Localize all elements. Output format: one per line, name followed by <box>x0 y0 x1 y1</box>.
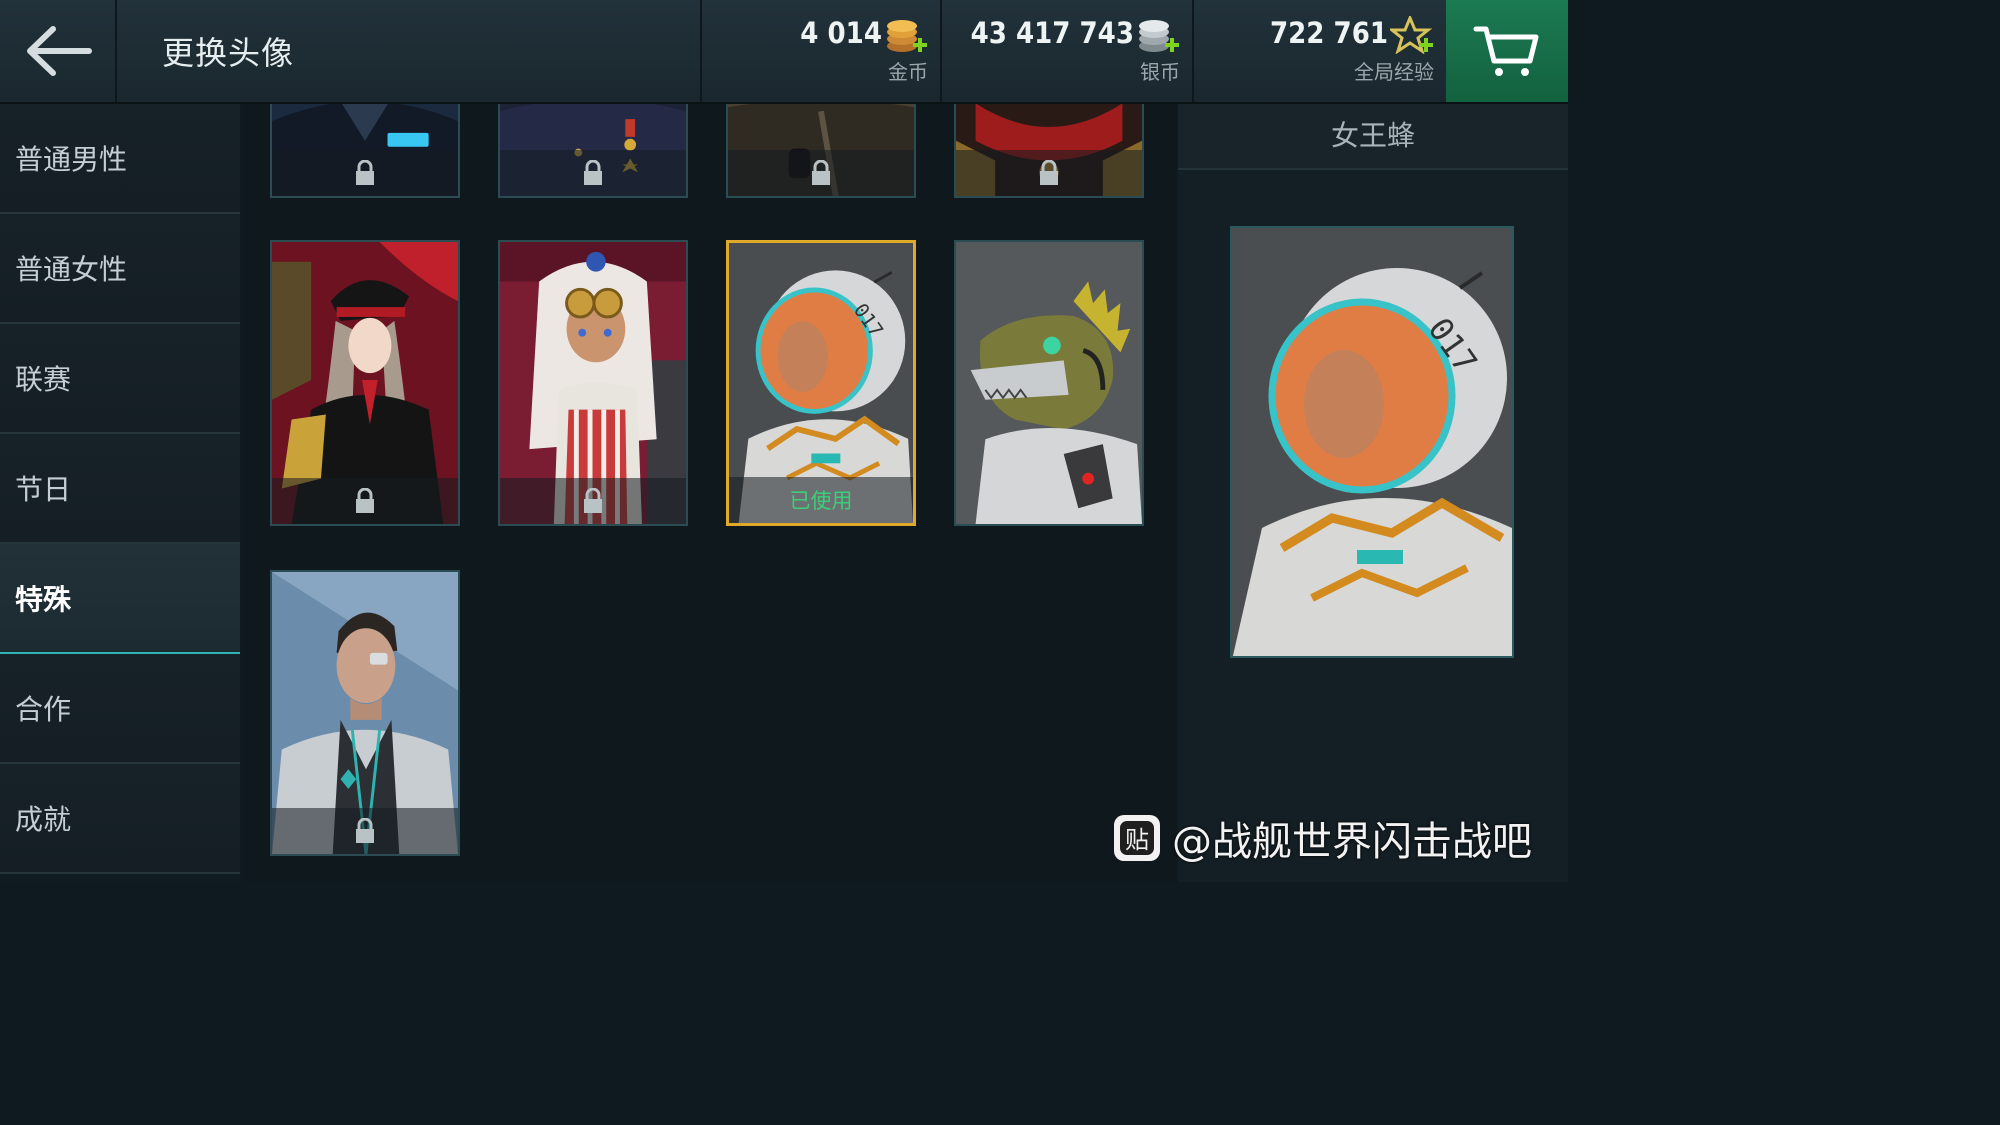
watermark-text: @战舰世界闪击战吧 <box>1172 819 1532 865</box>
sidebar-item-label: 特殊 <box>15 583 72 616</box>
lock-icon <box>356 160 374 185</box>
silver-coins-icon <box>1139 20 1179 52</box>
star-exp-icon <box>1390 16 1433 54</box>
gold-amount: 4 014 <box>800 16 882 50</box>
locked-overlay <box>500 150 686 196</box>
lock-icon <box>356 488 374 513</box>
locked-overlay <box>272 478 458 524</box>
top-bar: 更换头像 4 014 金币 43 417 743 银币 722 761 全局经验 <box>0 0 1568 104</box>
avatar-detail-panel: 女王蜂 017 <box>1178 104 1568 882</box>
locked-overlay <box>728 150 914 196</box>
cart-icon <box>1473 26 1539 76</box>
avatar-grid: 017 已使用 <box>242 104 1176 882</box>
avatar-tile-anime-officer[interactable] <box>270 240 460 526</box>
silver-amount: 43 417 743 <box>970 16 1134 50</box>
avatar-tile-astronaut-woman[interactable]: 017 已使用 <box>726 240 916 526</box>
gold-label: 金币 <box>888 60 928 84</box>
sidebar-item-collab[interactable]: 合作 <box>0 654 240 764</box>
sidebar-item-female[interactable]: 普通女性 <box>0 214 240 324</box>
avatar-tile-medal-uniform[interactable] <box>498 104 688 198</box>
sidebar-item-label: 成就 <box>15 803 72 836</box>
exp-amount: 722 761 <box>1270 16 1388 50</box>
watermark: 贴 @战舰世界闪击战吧 <box>1112 812 1532 865</box>
sidebar-item-male[interactable]: 普通男性 <box>0 104 240 214</box>
lock-icon <box>584 488 602 513</box>
exp-label: 全局经验 <box>1354 60 1434 84</box>
avatar-tile-binoculars[interactable] <box>726 104 916 198</box>
sidebar-item-achievement[interactable]: 成就 <box>0 764 240 874</box>
category-sidebar: 普通男性 普通女性 联赛 节日 特殊 合作 成就 <box>0 104 240 882</box>
avatar-tile-lizard-astronaut[interactable] <box>954 240 1144 526</box>
lock-icon <box>584 160 602 185</box>
locked-overlay <box>956 150 1142 196</box>
shop-cart-button[interactable] <box>1446 0 1568 102</box>
locked-overlay <box>272 808 458 854</box>
in-use-label: 已使用 <box>729 477 913 523</box>
gold-currency[interactable]: 4 014 金币 <box>700 0 940 102</box>
avatar-portrait <box>956 242 1142 524</box>
sidebar-item-league[interactable]: 联赛 <box>0 324 240 434</box>
avatar-tile-eyepatch-officer[interactable] <box>270 570 460 856</box>
avatar-name: 女王蜂 <box>1178 104 1568 170</box>
sidebar-item-label: 普通女性 <box>15 253 128 286</box>
lock-icon <box>1040 160 1058 185</box>
sidebar-item-holiday[interactable]: 节日 <box>0 434 240 544</box>
silver-currency[interactable]: 43 417 743 银币 <box>940 0 1192 102</box>
locked-overlay <box>272 150 458 196</box>
tieba-logo-icon: 贴 <box>1114 815 1160 861</box>
avatar-tile-anime-goggles-girl[interactable] <box>498 240 688 526</box>
sidebar-item-label: 联赛 <box>15 363 72 396</box>
avatar-preview: 017 <box>1230 226 1514 658</box>
lock-icon <box>356 818 374 843</box>
silver-label: 银币 <box>1140 60 1180 84</box>
sidebar-item-label: 普通男性 <box>15 143 128 176</box>
sidebar-item-label: 合作 <box>15 693 72 726</box>
exp-currency[interactable]: 722 761 全局经验 <box>1192 0 1446 102</box>
avatar-preview-image: 017 <box>1232 228 1512 656</box>
avatar-tile-red-gold-armor[interactable] <box>954 104 1144 198</box>
gold-coins-icon <box>887 20 927 52</box>
back-button[interactable] <box>0 0 117 102</box>
sidebar-item-label: 节日 <box>15 473 72 506</box>
avatar-tile-dark-uniform[interactable] <box>270 104 460 198</box>
svg-text:贴: 贴 <box>1125 826 1149 854</box>
back-arrow-icon <box>26 26 92 76</box>
lock-icon <box>812 160 830 185</box>
page-title: 更换头像 <box>162 34 295 72</box>
locked-overlay <box>500 478 686 524</box>
sidebar-item-special[interactable]: 特殊 <box>0 544 240 655</box>
